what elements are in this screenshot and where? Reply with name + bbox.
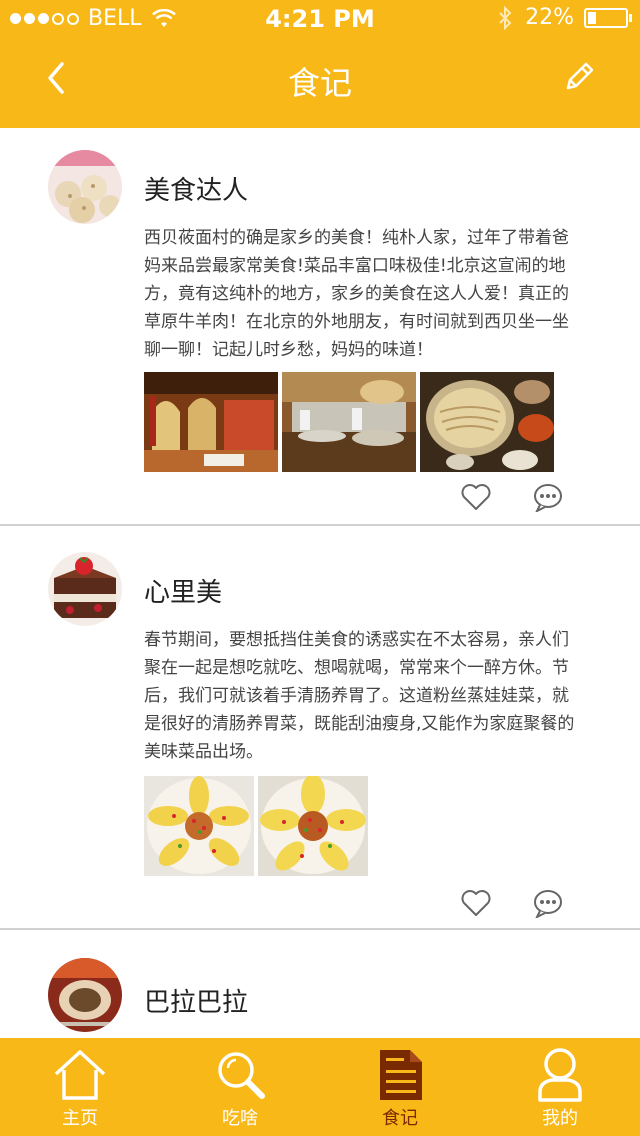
post-username[interactable]: 心里美 — [144, 572, 222, 609]
status-bar: BELL 4:21 PM 22% — [0, 0, 640, 40]
search-icon — [218, 1052, 265, 1099]
post-image-noodle-dishes[interactable] — [420, 372, 554, 472]
heart-icon[interactable] — [460, 888, 492, 918]
pencil-icon[interactable] — [562, 60, 596, 94]
header: BELL 4:21 PM 22% 食记 — [0, 0, 640, 128]
avatar[interactable] — [48, 552, 122, 626]
post-text: 春节期间，要想抵挡住美食的诱惑实在不太容易，亲人们聚在一起是想吃就吃、想喝就喝，… — [144, 630, 575, 762]
tab-search[interactable]: 吃啥 — [160, 1038, 320, 1136]
tab-label: 我的 — [542, 1108, 578, 1129]
document-icon — [380, 1050, 422, 1100]
tab-me[interactable]: 我的 — [480, 1038, 640, 1136]
battery-icon — [584, 7, 628, 28]
post-image-restaurant-interior[interactable] — [144, 372, 278, 472]
comment-icon[interactable] — [532, 482, 564, 512]
user-icon — [538, 1048, 582, 1102]
avatar[interactable] — [48, 150, 122, 224]
post-image-restaurant-kitchen[interactable] — [282, 372, 416, 472]
tab-label: 吃啥 — [222, 1108, 258, 1129]
post: 巴拉巴拉 — [0, 930, 640, 1038]
avatar[interactable] — [48, 958, 122, 1032]
tab-label: 主页 — [62, 1108, 98, 1129]
page-title: 食记 — [287, 64, 352, 102]
tab-bar: 主页 吃啥 食记 我的 — [0, 1038, 640, 1136]
post-username[interactable]: 美食达人 — [144, 170, 248, 207]
home-icon — [54, 1050, 106, 1100]
battery-tip — [629, 13, 632, 22]
tab-journal[interactable]: 食记 — [320, 1038, 480, 1136]
post-actions — [460, 482, 564, 512]
post-image-steamed-cabbage[interactable] — [258, 776, 368, 876]
post-actions — [460, 888, 564, 918]
battery-percent: 22% — [525, 5, 574, 30]
tab-home[interactable]: 主页 — [0, 1038, 160, 1136]
comment-icon[interactable] — [532, 888, 564, 918]
post-images — [144, 372, 554, 472]
post-username[interactable]: 巴拉巴拉 — [144, 982, 248, 1019]
post-images — [144, 776, 368, 876]
heart-icon[interactable] — [460, 482, 492, 512]
post: 美食达人 西贝莜面村的确是家乡的美食！纯朴人家，过年了带着爸妈来品尝最家常美食!… — [0, 128, 640, 524]
tab-label: 食记 — [382, 1108, 418, 1129]
post-image-steamed-cabbage[interactable] — [144, 776, 254, 876]
post: 心里美 春节期间，要想抵挡住美食的诱惑实在不太容易，亲人们聚在一起是想吃就吃、想… — [0, 526, 640, 928]
status-right: 22% — [497, 5, 632, 30]
post-text: 西贝莜面村的确是家乡的美食！纯朴人家，过年了带着爸妈来品尝最家常美食!菜品丰富口… — [144, 228, 569, 360]
bluetooth-icon — [499, 5, 512, 30]
